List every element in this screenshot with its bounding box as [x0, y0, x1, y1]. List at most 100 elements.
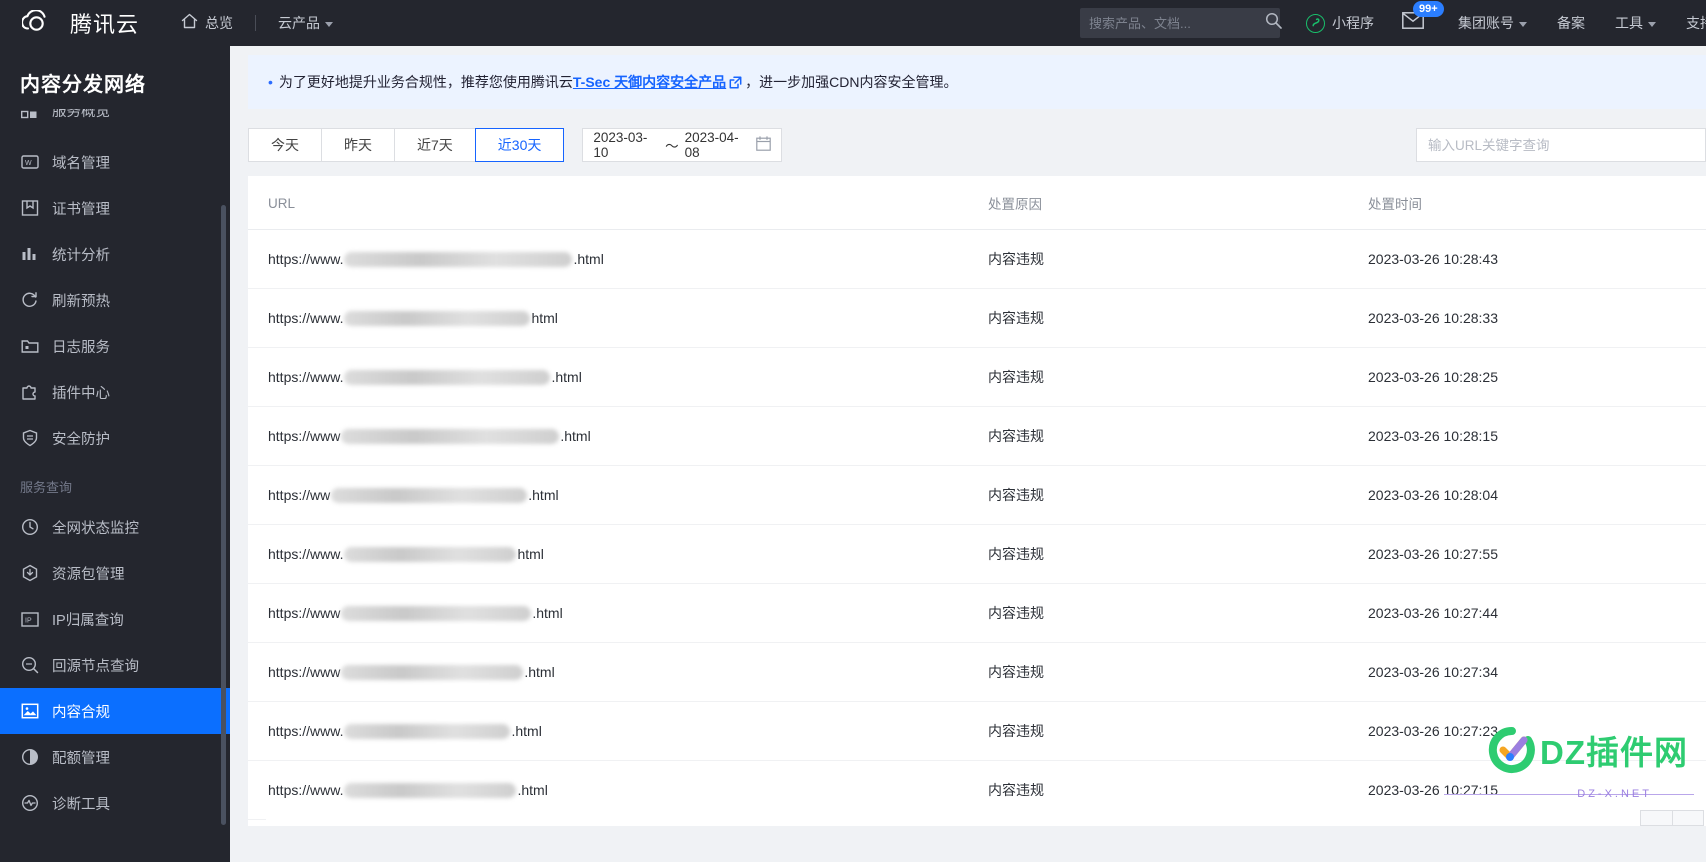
image-compliance-icon	[20, 701, 40, 721]
sidebar-item-resource-package[interactable]: 资源包管理	[0, 550, 230, 596]
url-prefix: https://www	[268, 428, 341, 444]
log-folder-icon	[20, 336, 40, 356]
sidebar-item-label: 回源节点查询	[52, 658, 139, 675]
table-row: https://www .html 内容违规 2023-03-26 10:28:15	[248, 406, 1706, 466]
table-row: https://www. .html 内容违规 2023-03-26 10:28:25	[248, 347, 1706, 407]
ip-icon: IP	[20, 609, 40, 629]
calendar-icon[interactable]	[756, 136, 772, 154]
header-right-cluster: 小程序 99+ 集团账号 备案 工具 支持	[1080, 1, 1706, 38]
table-row: https://www. .html 内容违规 2023-03-26 10:27:23	[248, 701, 1706, 761]
app-root: 腾讯云 总览 云产品 小程序	[0, 0, 1706, 862]
brand-logo[interactable]: 腾讯云	[0, 7, 139, 39]
gauge-icon	[20, 517, 40, 537]
url-redacted-mask	[344, 723, 511, 739]
package-icon	[20, 563, 40, 583]
cell-url: https://www.html	[248, 406, 988, 466]
sidebar-item-label: 诊断工具	[52, 796, 110, 813]
brand-name: 腾讯云	[70, 12, 140, 37]
refresh-icon	[20, 290, 40, 310]
nav-tools[interactable]: 工具	[1615, 13, 1656, 33]
table-row: https://www .html 内容违规 2023-03-26 10:27:44	[248, 583, 1706, 643]
mini-program-icon	[1306, 13, 1325, 33]
compliance-table-card: URL 处置原因 处置时间 https://www. .html 内容违规 2023-…	[248, 176, 1706, 826]
sidebar-item-certificate[interactable]: 证书管理	[0, 185, 230, 231]
nav-group-account[interactable]: 集团账号	[1458, 13, 1527, 33]
nav-support-label: 支持	[1686, 15, 1706, 31]
sidebar-item-refresh-prefetch[interactable]: 刷新预热	[0, 277, 230, 323]
cell-reason: 内容违规	[988, 229, 1368, 289]
sidebar-item-security[interactable]: 安全防护	[0, 415, 230, 461]
global-search[interactable]	[1080, 8, 1282, 38]
cell-reason: 内容违规	[988, 642, 1368, 702]
nav-cloud-products[interactable]: 云产品	[278, 13, 334, 33]
cell-url: https://ww .html	[248, 465, 988, 525]
sidebar-item-domain[interactable]: W 域名管理	[0, 139, 230, 185]
tab-last-7-days[interactable]: 近7天	[394, 128, 475, 162]
sidebar-scrollbar[interactable]	[221, 205, 226, 825]
sidebar-item-plugin-center[interactable]: 插件中心	[0, 369, 230, 415]
sidebar: 内容分发网络 服务概览 W 域名管理 证书管理 统计分析 刷新预热 日志服务 插…	[0, 46, 230, 862]
mini-program-entry[interactable]: 小程序	[1306, 13, 1374, 33]
header-divider	[255, 15, 257, 31]
url-redacted-mask	[344, 782, 517, 798]
sidebar-item-origin-node-lookup[interactable]: 回源节点查询	[0, 642, 230, 688]
pagination-cell[interactable]	[1672, 810, 1704, 826]
nav-overview[interactable]: 总览	[181, 13, 233, 34]
watermark-subtext: DZ-X.NET	[1577, 788, 1652, 800]
table-row: https://ww .html 内容违规 2023-03-26 10:28:04	[248, 465, 1706, 525]
url-prefix: https://www.	[268, 310, 344, 326]
tsec-product-link[interactable]: T-Sec 天御内容安全产品	[573, 71, 726, 93]
url-prefix: https://www	[268, 605, 341, 621]
pagination-cell[interactable]	[1640, 810, 1672, 826]
sidebar-item-diagnostic-tool[interactable]: 诊断工具	[0, 780, 230, 826]
top-header: 腾讯云 总览 云产品 小程序	[0, 0, 1706, 46]
sidebar-item-label: 安全防护	[52, 431, 110, 448]
search-icon[interactable]	[1265, 12, 1282, 34]
sidebar-item-content-compliance[interactable]: 内容合规	[0, 688, 230, 734]
url-prefix: https://ww	[268, 487, 331, 503]
url-redacted-mask	[331, 487, 528, 503]
cell-reason: 内容违规	[988, 524, 1368, 584]
sidebar-item-network-status[interactable]: 全网状态监控	[0, 504, 230, 550]
external-link-icon[interactable]	[729, 73, 742, 95]
table-row: https://www. html 内容违规 2023-03-26 10:28:33	[248, 288, 1706, 348]
sidebar-item-log-service[interactable]: 日志服务	[0, 323, 230, 369]
cell-time: 2023-03-26 10:27:55	[1368, 524, 1706, 584]
url-redacted-mask	[341, 605, 532, 621]
url-suffix: .html	[551, 369, 582, 385]
cell-time: 2023-03-26 10:28:33	[1368, 288, 1706, 348]
cell-reason: 内容违规	[988, 347, 1368, 407]
nav-support[interactable]: 支持	[1686, 13, 1706, 33]
svg-text:IP: IP	[25, 617, 32, 624]
shield-icon	[20, 428, 40, 448]
nav-beian[interactable]: 备案	[1557, 13, 1585, 33]
notice-prefix: 为了更好地提升业务合规性，推荐您使用腾讯云	[278, 74, 573, 90]
pagination[interactable]	[266, 810, 1706, 826]
mail-badge: 99+	[1413, 1, 1444, 17]
tab-yesterday[interactable]: 昨天	[321, 128, 394, 162]
url-search-input[interactable]	[1428, 137, 1694, 153]
cell-reason: 内容违规	[988, 583, 1368, 643]
message-center[interactable]: 99+	[1402, 1, 1444, 34]
cell-url: https://www.html	[248, 524, 988, 584]
diagnostic-icon	[20, 793, 40, 813]
chevron-down-icon	[1648, 21, 1656, 27]
tab-today[interactable]: 今天	[248, 128, 321, 162]
search-input[interactable]	[1089, 15, 1265, 31]
sidebar-item-quota[interactable]: 配额管理	[0, 734, 230, 780]
table-row: https://www .html 内容违规 2023-03-26 10:27:34	[248, 642, 1706, 702]
url-keyword-search[interactable]	[1416, 128, 1706, 162]
sidebar-item-ip-lookup[interactable]: IP IP归属查询	[0, 596, 230, 642]
sidebar-item-statistics[interactable]: 统计分析	[0, 231, 230, 277]
tab-last-30-days[interactable]: 近30天	[474, 128, 565, 162]
url-redacted-mask	[344, 546, 517, 562]
sidebar-title: 内容分发网络	[20, 74, 146, 96]
main-content: • 为了更好地提升业务合规性，推荐您使用腾讯云 T-Sec 天御内容安全产品 ，…	[230, 46, 1706, 862]
date-range-picker[interactable]: 2023-03-10 ～ 2023-04-08	[582, 128, 783, 162]
sidebar-scroll-area: 服务概览 W 域名管理 证书管理 统计分析 刷新预热 日志服务 插件中心 安全防…	[0, 109, 230, 853]
url-suffix: .html	[511, 723, 542, 739]
sidebar-item-label: 插件中心	[52, 385, 110, 402]
sidebar-item-service-overview[interactable]: 服务概览	[0, 109, 230, 139]
mail-icon	[1402, 12, 1424, 33]
cell-url: https://www. .html	[248, 229, 988, 289]
